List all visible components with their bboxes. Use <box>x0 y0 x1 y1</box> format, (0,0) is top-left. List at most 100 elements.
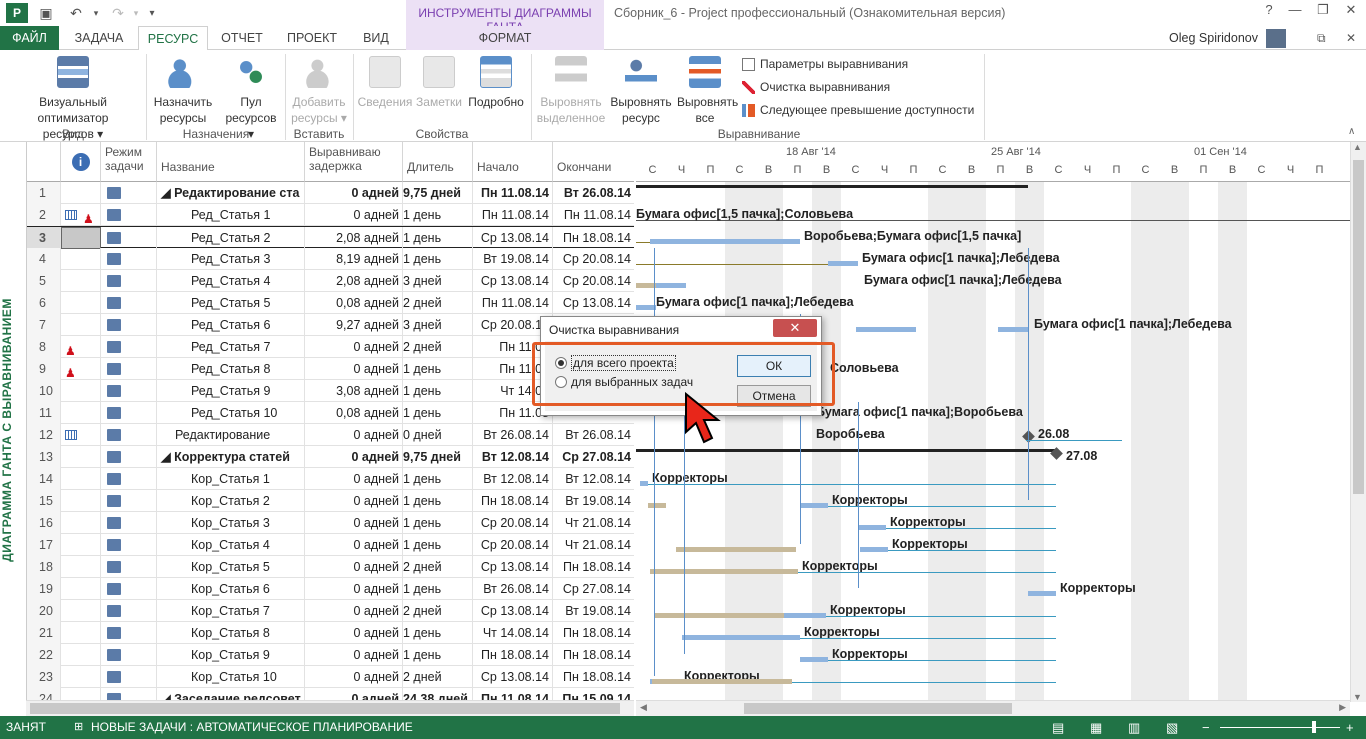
row-number[interactable]: 16 <box>27 512 61 534</box>
add-resources-button[interactable]: Добавить ресурсы ▾ <box>288 54 350 126</box>
notes-button[interactable]: Заметки <box>414 54 464 110</box>
level-resource-button[interactable]: Выровнять ресурс <box>608 54 674 126</box>
row-number[interactable]: 12 <box>27 424 61 446</box>
scroll-up-icon[interactable]: ▲ <box>1353 142 1362 152</box>
tab-project[interactable]: ПРОЕКТ <box>278 26 346 50</box>
row-number[interactable]: 23 <box>27 666 61 688</box>
new-tasks-mode[interactable]: НОВЫЕ ЗАДАЧИ : АВТОМАТИЧЕСКОЕ ПЛАНИРОВАН… <box>91 716 413 739</box>
gantt-chart[interactable]: С Ч П С В П В С Ч П С В П В С Ч П С В П В С Ч П 18 Авг '14 25 Авг… <box>636 142 1350 702</box>
task-bar[interactable] <box>636 305 656 310</box>
table-row[interactable]: 22 Кор_Статья 90 адней 1 день Пн 18.08.14 Пн… <box>27 644 634 666</box>
delay-header[interactable]: Выравниваю задержка <box>305 142 403 182</box>
task-bar[interactable] <box>654 613 784 618</box>
table-row[interactable]: 1 ◢ Редактирование ста 0 адней 9,75 дней Пн … <box>27 182 634 204</box>
summary-bar[interactable] <box>636 185 1028 188</box>
close-doc-icon[interactable]: ✕ <box>1346 31 1356 45</box>
task-bar[interactable] <box>800 503 828 508</box>
tab-view[interactable]: ВИД <box>352 26 400 50</box>
tab-report[interactable]: ОТЧЕТ <box>214 26 270 50</box>
row-number[interactable]: 13 <box>27 446 61 468</box>
help-button[interactable]: ? <box>1256 2 1282 22</box>
leveling-options-button[interactable]: Параметры выравнивания <box>742 57 908 71</box>
table-row[interactable]: 13 ◢ Корректура статей 0 адней 9,75 дней Вт … <box>27 446 634 468</box>
row-number[interactable]: 5 <box>27 270 61 292</box>
clear-leveling-button[interactable]: Очистка выравнивания <box>742 80 890 94</box>
row-number[interactable]: 17 <box>27 534 61 556</box>
task-bar[interactable] <box>650 239 800 244</box>
tab-format[interactable]: ФОРМАТ <box>406 26 604 50</box>
row-number[interactable]: 20 <box>27 600 61 622</box>
table-row[interactable]: 6 Ред_Статья 5 0,08 адней 2 дней Пн 11.08.14… <box>27 292 634 314</box>
row-number[interactable]: 6 <box>27 292 61 314</box>
scroll-left-icon[interactable]: ◀ <box>640 702 647 713</box>
row-number[interactable]: 9 <box>27 358 61 380</box>
row-number[interactable]: 8 <box>27 336 61 358</box>
table-row[interactable]: 15 Кор_Статья 20 адней 1 день Пн 18.08.14 Вт… <box>27 490 634 512</box>
task-bar[interactable] <box>998 327 1028 332</box>
row-number[interactable]: 21 <box>27 622 61 644</box>
row-number[interactable]: 18 <box>27 556 61 578</box>
table-row[interactable]: 12 Редактирование 0 адней 0 дней Вт 26.08.14… <box>27 424 634 446</box>
scroll-thumb[interactable] <box>744 703 1012 714</box>
tab-resource[interactable]: РЕСУРС <box>138 26 208 51</box>
table-row[interactable]: 18 Кор_Статья 50 адней 2 дней Ср 13.08.14 Пн… <box>27 556 634 578</box>
task-bar[interactable] <box>860 547 888 552</box>
task-bar[interactable] <box>1028 591 1056 596</box>
scroll-thumb[interactable] <box>1353 160 1364 494</box>
table-row[interactable]: 17 Кор_Статья 40 адней 1 день Ср 20.08.14 Чт… <box>27 534 634 556</box>
task-bar[interactable] <box>676 547 796 552</box>
table-row[interactable]: 19 Кор_Статья 60 адней 1 день Вт 26.08.14 Ср… <box>27 578 634 600</box>
mode-header[interactable]: Режим задачи <box>101 142 157 182</box>
table-row[interactable]: 20 Кор_Статья 70 адней 2 дней Ср 13.08.14 Вт… <box>27 600 634 622</box>
customize-qat-icon[interactable]: ▾ <box>142 3 162 23</box>
assign-resources-button[interactable]: Назначить ресурсы <box>150 54 216 126</box>
next-overallocation-button[interactable]: Следующее превышение доступности <box>742 103 974 117</box>
table-row[interactable]: 3 Ред_Статья 2 2,08 адней 1 день Ср 13.08.14… <box>27 226 634 249</box>
task-bar[interactable] <box>640 481 648 486</box>
collapse-ribbon-icon[interactable]: ∧ <box>1348 126 1355 137</box>
team-planner-icon[interactable]: ▥ <box>1128 716 1140 739</box>
task-bar[interactable] <box>828 261 858 266</box>
task-bar[interactable] <box>648 503 666 508</box>
select-all-corner[interactable] <box>27 142 61 182</box>
table-row[interactable]: 2 ♟ Ред_Статья 10 адней 1 день Пн 11.08.14 Пн… <box>27 204 634 226</box>
zoom-slider[interactable] <box>1220 727 1340 728</box>
minimize-button[interactable]: — <box>1282 2 1308 22</box>
close-button[interactable]: ✕ <box>1338 2 1364 22</box>
undo-icon[interactable]: ↶ <box>66 3 86 23</box>
user-name[interactable]: Oleg Spiridonov <box>1169 31 1258 45</box>
scroll-right-icon[interactable]: ▶ <box>1339 702 1346 713</box>
finish-header[interactable]: Окончани <box>553 142 634 182</box>
start-header[interactable]: Начало <box>473 142 553 182</box>
task-bar[interactable] <box>856 327 916 332</box>
info-button[interactable]: Сведения <box>356 54 414 110</box>
ribbon-display-icon[interactable]: ⧉ <box>1317 31 1326 46</box>
table-row[interactable]: 4 Ред_Статья 3 8,19 адней 1 день Вт 19.08.14… <box>27 248 634 270</box>
table-row[interactable]: 21 Кор_Статья 80 адней 1 день Чт 14.08.14 Пн… <box>27 622 634 644</box>
row-number[interactable]: 14 <box>27 468 61 490</box>
table-row[interactable]: 23 Кор_Статья 10 0 адней 2 дней Ср 13.08.14 П… <box>27 666 634 688</box>
row-number[interactable]: 15 <box>27 490 61 512</box>
vertical-scrollbar[interactable]: ▲ ▼ <box>1350 142 1366 702</box>
restore-button[interactable]: ❐ <box>1310 2 1336 22</box>
task-bar[interactable] <box>652 679 792 684</box>
project-app-icon[interactable]: P <box>6 3 28 23</box>
table-row[interactable]: 16 Кор_Статья 30 адней 1 день Ср 20.08.14 Чт… <box>27 512 634 534</box>
row-number[interactable]: 10 <box>27 380 61 402</box>
level-all-button[interactable]: Выровнять все <box>674 54 738 126</box>
task-usage-icon[interactable]: ▦ <box>1090 716 1102 739</box>
gantt-horizontal-scrollbar[interactable]: ◀ ▶ <box>636 700 1350 716</box>
tab-file[interactable]: ФАЙЛ <box>0 26 59 50</box>
undo-dropdown-icon[interactable]: ▾ <box>86 3 106 23</box>
redo-icon[interactable]: ↷ <box>108 3 128 23</box>
task-bar[interactable] <box>682 635 800 640</box>
indicators-header[interactable]: i <box>61 142 101 182</box>
level-selection-button[interactable]: Выровнять выделенное <box>534 54 608 126</box>
row-number[interactable]: 19 <box>27 578 61 600</box>
scroll-thumb[interactable] <box>30 703 620 714</box>
tab-task[interactable]: ЗАДАЧА <box>66 26 132 50</box>
gantt-view-icon[interactable]: ▤ <box>1052 716 1064 739</box>
avatar[interactable] <box>1266 29 1286 48</box>
dialog-close-button[interactable]: ✕ <box>773 319 817 337</box>
row-number[interactable]: 3 <box>27 227 61 249</box>
